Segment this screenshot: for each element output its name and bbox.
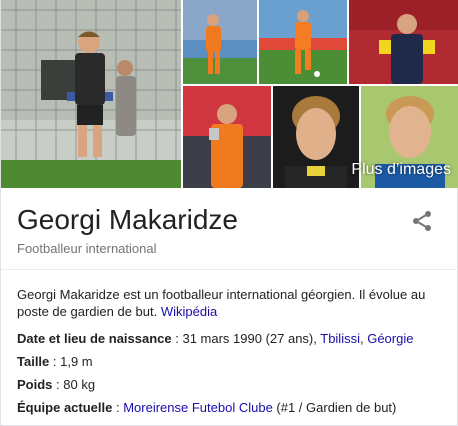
description-text: Georgi Makaridze est un footballeur inte… xyxy=(17,287,426,319)
fact-value: : 1,9 m xyxy=(49,354,93,369)
photo-orange-kit[interactable] xyxy=(183,0,257,84)
photo-dark-kit[interactable] xyxy=(349,0,458,84)
fact-label: Date et lieu de naissance xyxy=(17,331,172,346)
photo-goalkeeper-training[interactable] xyxy=(1,0,181,188)
fact-value: : 31 mars 1990 (27 ans), xyxy=(171,331,321,346)
more-images-link[interactable]: Plus d’images xyxy=(351,161,451,179)
image-gallery: Plus d’images xyxy=(1,0,458,188)
fact-height: Taille : 1,9 m xyxy=(17,353,447,376)
fact-label: Équipe actuelle xyxy=(17,400,113,415)
fact-label: Taille xyxy=(17,354,50,369)
photo-headshot-black[interactable] xyxy=(273,86,359,188)
birthplace-city-link[interactable]: Tbilissi xyxy=(320,331,360,346)
entity-title: Georgi Makaridze xyxy=(17,204,238,235)
fact-weight: Poids : 80 kg xyxy=(17,376,447,399)
entity-description: Georgi Makaridze est un footballeur inte… xyxy=(17,286,445,320)
knowledge-panel: Plus d’images Georgi Makaridze Footballe… xyxy=(0,0,458,426)
photo-orange-portrait[interactable] xyxy=(183,86,271,188)
entity-header: Georgi Makaridze Footballeur internation… xyxy=(1,188,458,270)
wikipedia-link[interactable]: Wikipédia xyxy=(161,304,217,319)
fact-label: Poids xyxy=(17,377,53,392)
fact-value-suffix: (#1 / Gardien de but) xyxy=(272,400,397,415)
team-link[interactable]: Moreirense Futebol Clube xyxy=(123,400,273,415)
fact-birth: Date et lieu de naissance : 31 mars 1990… xyxy=(17,330,447,353)
fact-value: : 80 kg xyxy=(52,377,96,392)
fact-team: Équipe actuelle : Moreirense Futebol Clu… xyxy=(17,399,447,422)
photo-orange-kick[interactable] xyxy=(259,0,347,84)
entity-subtitle: Footballeur international xyxy=(17,241,157,256)
fact-value-prefix: : xyxy=(112,400,124,415)
birthplace-country-link[interactable]: Géorgie xyxy=(367,331,413,346)
facts-list: Date et lieu de naissance : 31 mars 1990… xyxy=(17,330,447,422)
share-icon[interactable] xyxy=(410,209,434,233)
